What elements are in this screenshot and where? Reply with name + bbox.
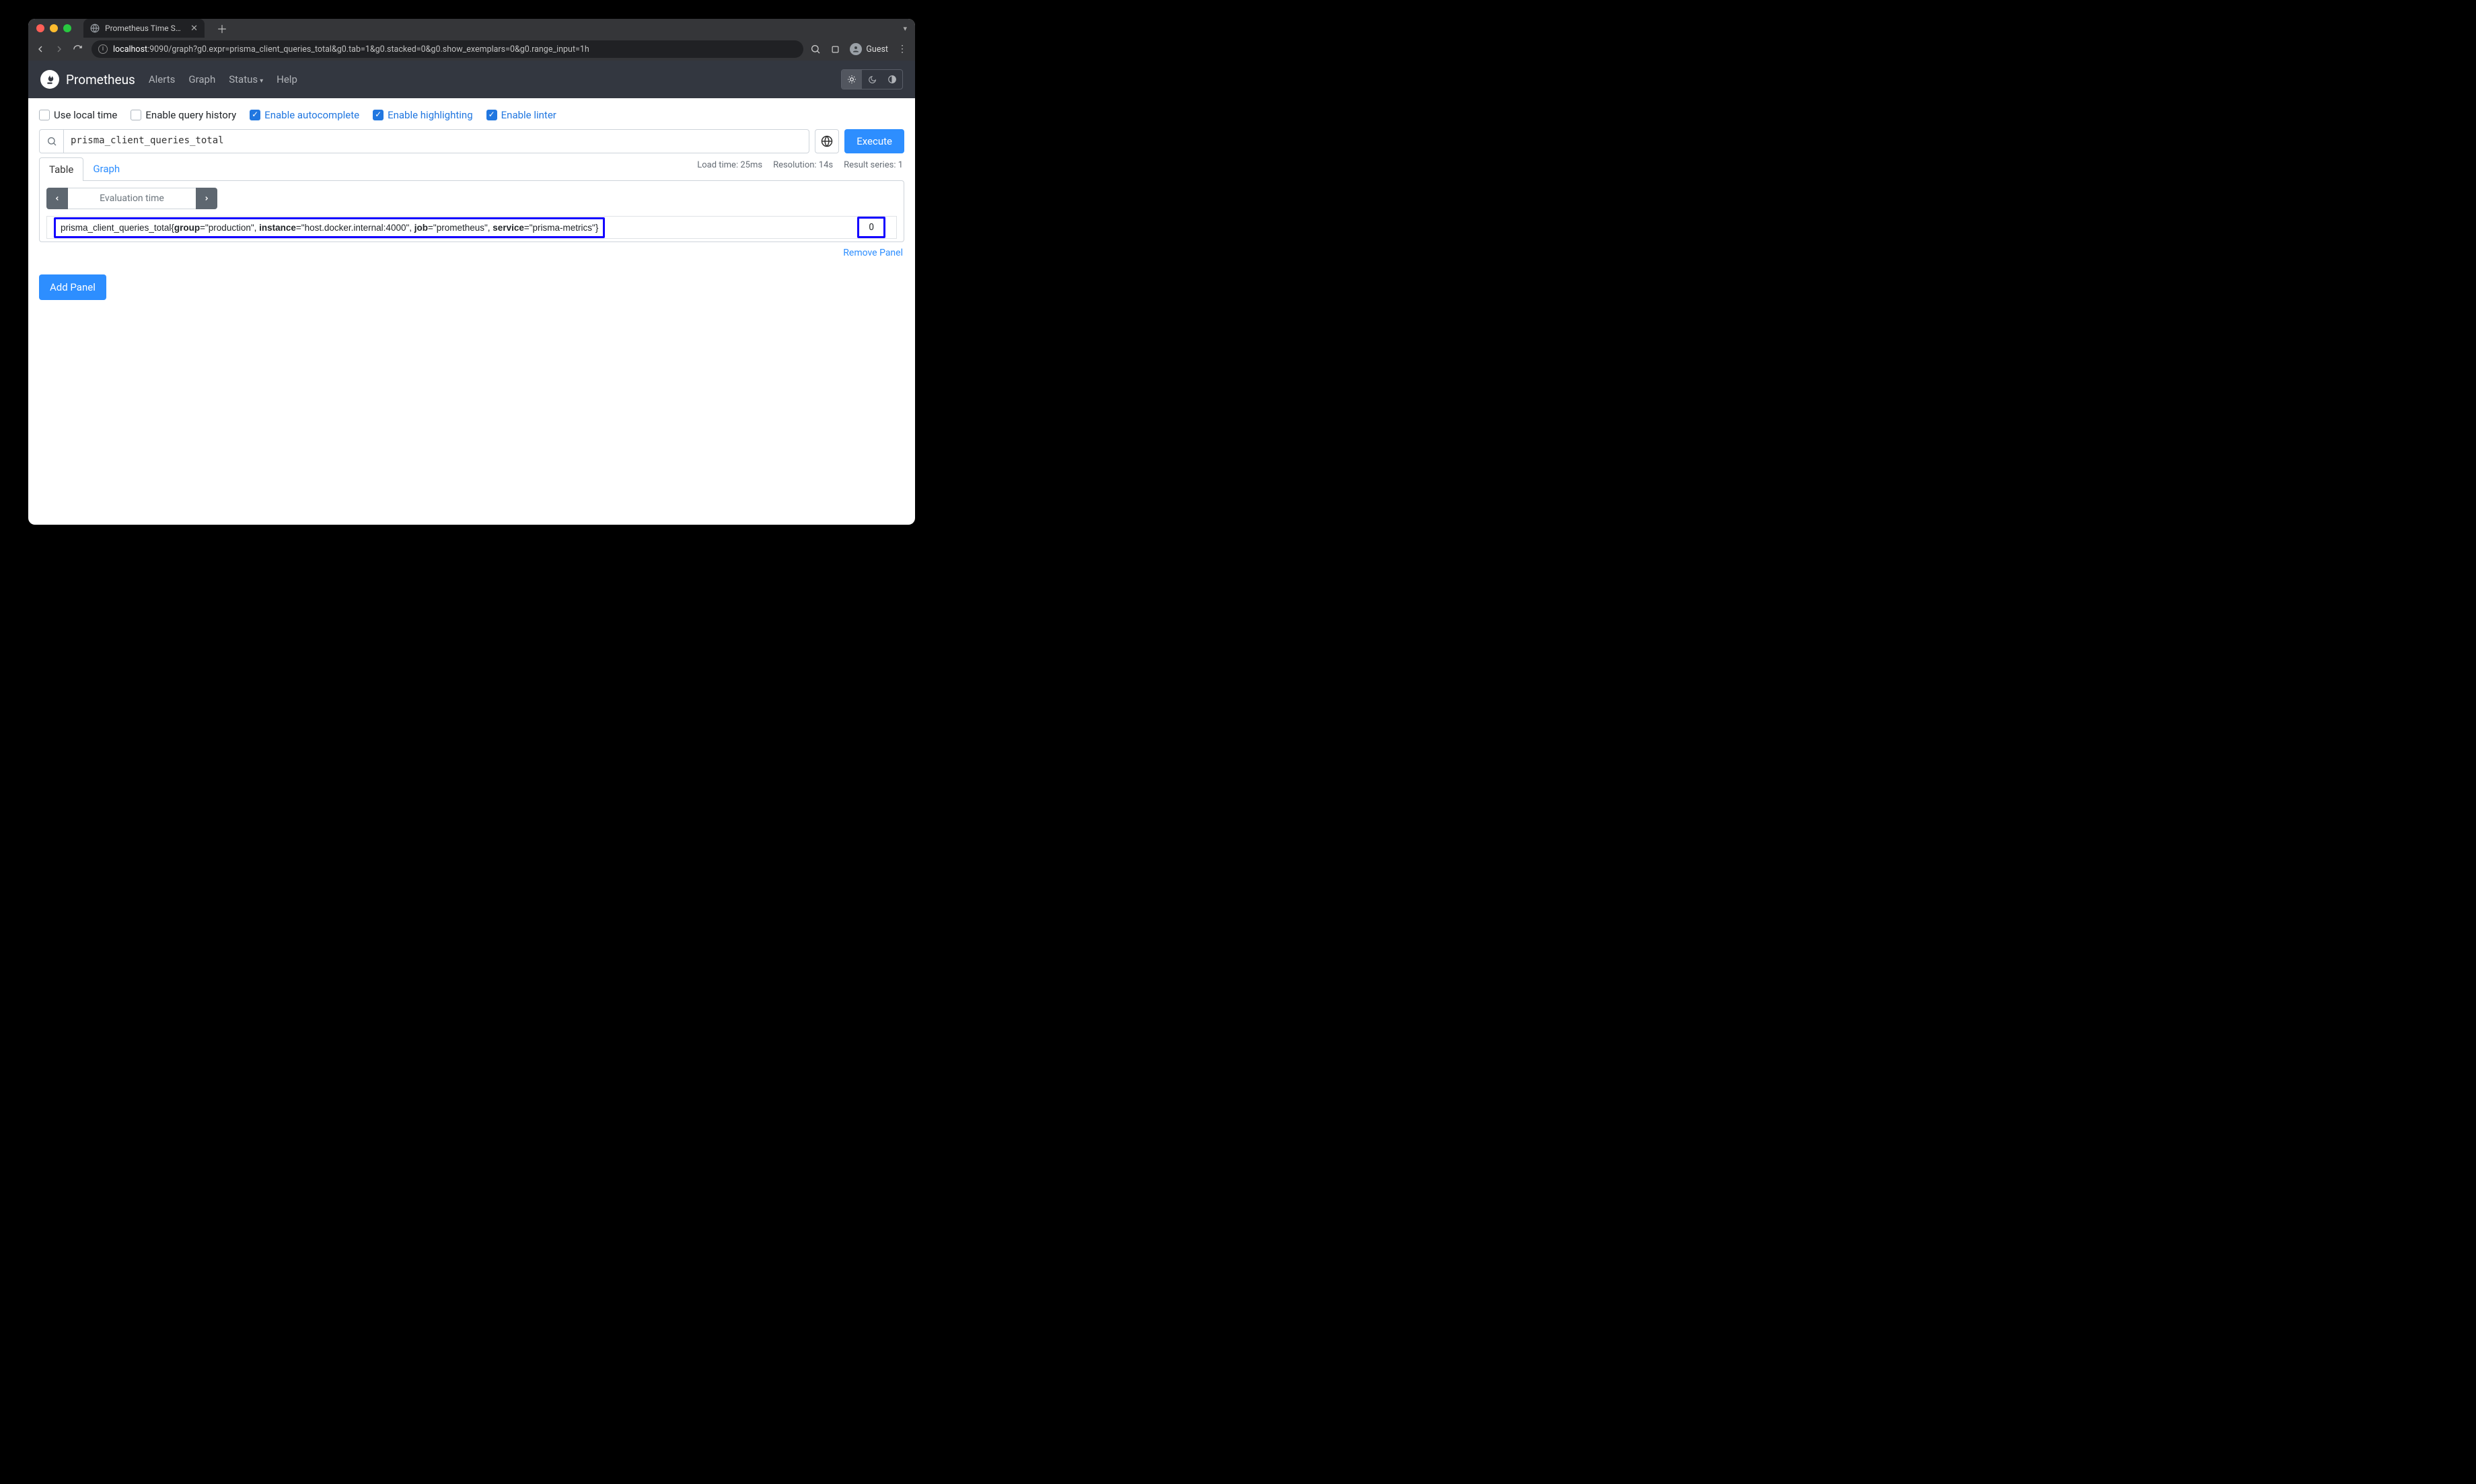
result-tabs: Table Graph [39,157,129,181]
stat-result-series: Result series: 1 [844,160,903,170]
checkbox[interactable] [373,110,384,120]
result-panel: Evaluation time prisma_client_queries_to… [39,180,904,242]
checkbox[interactable] [250,110,260,120]
eval-time-input[interactable]: Evaluation time [68,188,196,209]
forward-button[interactable] [54,44,66,54]
value-highlight: 0 [857,217,885,238]
stat-load-time: Load time: 25ms [697,160,762,170]
option-enable-linter[interactable]: Enable linter [486,109,556,121]
execute-button[interactable]: Execute [844,129,904,153]
option-use-local-time[interactable]: Use local time [39,109,117,121]
prometheus-logo[interactable]: Prometheus [40,70,135,89]
eval-time-prev-button[interactable] [46,188,68,209]
flame-icon [40,70,59,89]
query-stats: Load time: 25ms Resolution: 14s Result s… [697,160,903,170]
browser-toolbar: i localhost:9090/graph?g0.expr=prisma_cl… [28,38,915,61]
extensions-icon[interactable] [830,44,840,54]
series-value: 0 [856,222,889,233]
nav-graph[interactable]: Graph [188,73,215,85]
url-text: localhost:9090/graph?g0.expr=prisma_clie… [113,44,589,54]
main-content: Use local time Enable query history Enab… [28,98,915,311]
checkbox[interactable] [39,110,50,120]
option-enable-autocomplete[interactable]: Enable autocomplete [250,109,359,121]
theme-dark-button[interactable] [862,70,882,89]
expression-input[interactable]: prisma_client_queries_total [64,130,809,153]
series-label: prisma_client_queries_total{group="produ… [54,223,856,233]
zoom-search-icon[interactable] [810,44,821,54]
browser-tab-title: Prometheus Time Series Collec [105,24,185,33]
window-zoom-button[interactable] [63,24,71,32]
theme-light-button[interactable] [842,70,862,89]
nav-alerts[interactable]: Alerts [149,73,176,85]
avatar-icon [850,43,862,55]
stat-resolution: Resolution: 14s [773,160,833,170]
back-button[interactable] [35,44,47,54]
site-info-icon[interactable]: i [98,44,108,54]
browser-tab[interactable]: Prometheus Time Series Collec ✕ [83,19,205,38]
checkbox[interactable] [131,110,141,120]
search-icon [40,130,64,153]
tab-graph[interactable]: Graph [83,157,129,181]
remove-panel-link[interactable]: Remove Panel [843,248,903,258]
query-options-row: Use local time Enable query history Enab… [39,109,904,121]
window-titlebar: Prometheus Time Series Collec ✕ ＋ ▾ [28,19,915,38]
option-enable-highlighting[interactable]: Enable highlighting [373,109,473,121]
caret-down-icon: ▾ [260,77,263,85]
profile-button[interactable]: Guest [850,43,888,55]
add-panel-button[interactable]: Add Panel [39,274,106,300]
tab-table[interactable]: Table [39,157,83,181]
checkbox[interactable] [486,110,497,120]
new-tab-button[interactable]: ＋ [217,20,227,36]
tab-close-icon[interactable]: ✕ [190,24,198,34]
eval-time-next-button[interactable] [196,188,217,209]
window-traffic-lights [36,24,71,32]
nav-status[interactable]: Status▾ [229,73,263,85]
prometheus-navbar: Prometheus Alerts Graph Status▾ Help [28,61,915,98]
expression-input-container: prisma_client_queries_total [39,129,809,153]
reload-button[interactable] [73,44,85,54]
address-bar[interactable]: i localhost:9090/graph?g0.expr=prisma_cl… [92,40,803,58]
window-minimize-button[interactable] [50,24,58,32]
theme-switcher [841,69,903,89]
nav-help[interactable]: Help [277,73,297,85]
browser-menu-button[interactable]: ⋮ [898,44,908,54]
result-row: prisma_client_queries_total{group="produ… [47,217,896,238]
metrics-explorer-button[interactable] [815,129,839,153]
window-close-button[interactable] [36,24,44,32]
browser-window: Prometheus Time Series Collec ✕ ＋ ▾ i lo… [28,19,915,525]
evaluation-time-row: Evaluation time [46,188,897,209]
query-row: prisma_client_queries_total Execute [39,129,904,153]
globe-icon [90,24,100,33]
result-table: prisma_client_queries_total{group="produ… [46,216,897,239]
series-highlight: prisma_client_queries_total{group="produ… [54,217,605,238]
tab-list-button[interactable]: ▾ [903,24,907,33]
theme-auto-button[interactable] [882,70,902,89]
option-enable-query-history[interactable]: Enable query history [131,109,236,121]
